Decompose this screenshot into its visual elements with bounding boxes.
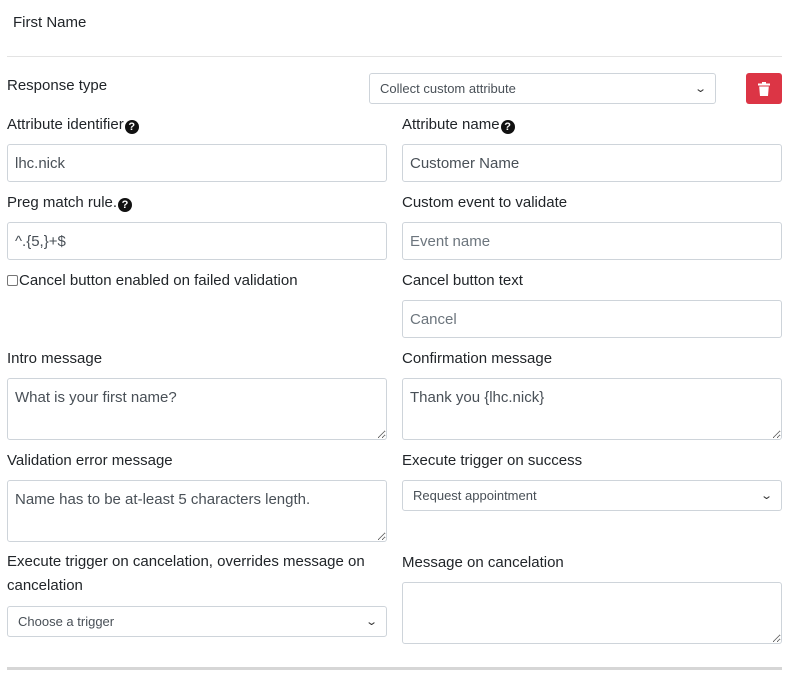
preg-match-text: Preg match rule. [7, 194, 118, 211]
intro-message-textarea[interactable]: What is your first name? [7, 378, 387, 440]
custom-event-input[interactable] [402, 222, 782, 260]
attribute-identifier-input[interactable] [7, 144, 387, 182]
response-type-value: Collect custom attribute [380, 81, 516, 96]
intro-message-label: Intro message [7, 350, 103, 367]
cancel-text-label: Cancel button text [402, 272, 523, 289]
trigger-success-select[interactable]: Request appointment ⌄ [402, 480, 782, 511]
custom-event-label: Custom event to validate [402, 194, 568, 211]
cancel-enabled-label: Cancel button enabled on failed validati… [19, 272, 298, 289]
message-cancel-label: Message on cancelation [402, 554, 564, 571]
confirmation-message-label: Confirmation message [402, 350, 553, 367]
trigger-cancel-select[interactable]: Choose a trigger ⌄ [7, 606, 387, 637]
trash-icon [758, 81, 770, 96]
attribute-name-input[interactable] [402, 144, 782, 182]
attribute-name-text: Attribute name [402, 116, 500, 133]
cancel-enabled-checkbox[interactable] [7, 275, 18, 286]
section-divider [7, 667, 782, 670]
trigger-success-value: Request appointment [413, 488, 537, 503]
message-cancel-textarea[interactable] [402, 582, 782, 644]
question-circle-icon[interactable]: ? [500, 120, 515, 134]
attribute-identifier-text: Attribute identifier [7, 116, 124, 133]
response-type-label: Response type [7, 77, 108, 94]
trigger-success-label: Execute trigger on success [402, 452, 583, 469]
cancel-text-input[interactable] [402, 300, 782, 338]
delete-button[interactable] [746, 73, 782, 104]
confirmation-message-textarea[interactable]: Thank you {lhc.nick} [402, 378, 782, 440]
attribute-name-label: Attribute name? [402, 115, 515, 135]
trigger-cancel-label: Execute trigger on cancelation, override… [7, 553, 365, 594]
chevron-down-icon: ⌄ [364, 616, 378, 628]
validation-error-label: Validation error message [7, 452, 173, 469]
question-circle-icon[interactable]: ? [118, 198, 133, 212]
attribute-identifier-label: Attribute identifier? [7, 115, 139, 135]
question-circle-icon[interactable]: ? [124, 120, 139, 134]
chevron-down-icon: ⌄ [759, 490, 773, 502]
response-type-select[interactable]: Collect custom attribute ⌄ [369, 73, 716, 104]
preg-match-label: Preg match rule.? [7, 193, 133, 213]
cancel-enabled-row[interactable]: Cancel button enabled on failed validati… [7, 271, 298, 291]
validation-error-textarea[interactable]: Name has to be at-least 5 characters len… [7, 480, 387, 542]
chevron-down-icon: ⌄ [693, 83, 707, 95]
header-divider [7, 56, 782, 57]
trigger-cancel-value: Choose a trigger [18, 614, 115, 629]
page-title: First Name [13, 14, 87, 31]
preg-match-input[interactable] [7, 222, 387, 260]
